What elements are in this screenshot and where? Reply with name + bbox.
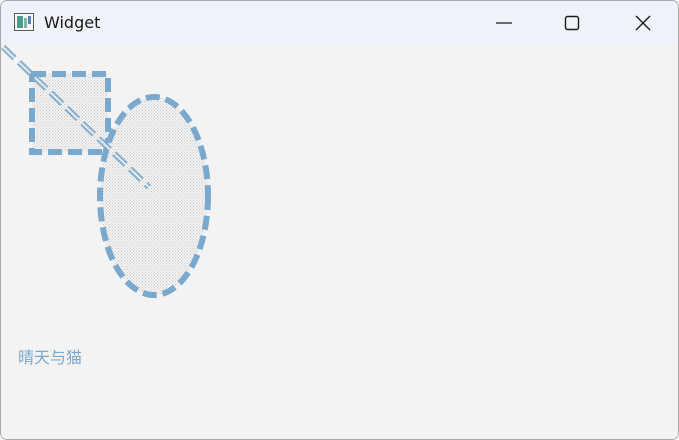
client-area: 晴天与猫 (1, 44, 678, 439)
app-icon (14, 13, 34, 31)
drawing-canvas (1, 44, 211, 298)
maximize-icon (564, 15, 580, 30)
app-window: Widget 晴天与猫 (0, 0, 679, 440)
close-icon (635, 15, 651, 30)
minimize-button[interactable] (481, 1, 527, 44)
maximize-button[interactable] (549, 1, 595, 44)
title-bar[interactable]: Widget (1, 1, 678, 44)
canvas-caption: 晴天与猫 (18, 348, 83, 367)
dashed-ellipse (97, 94, 211, 298)
minimize-icon (496, 21, 512, 24)
close-button[interactable] (620, 1, 666, 44)
window-title: Widget (44, 13, 101, 32)
